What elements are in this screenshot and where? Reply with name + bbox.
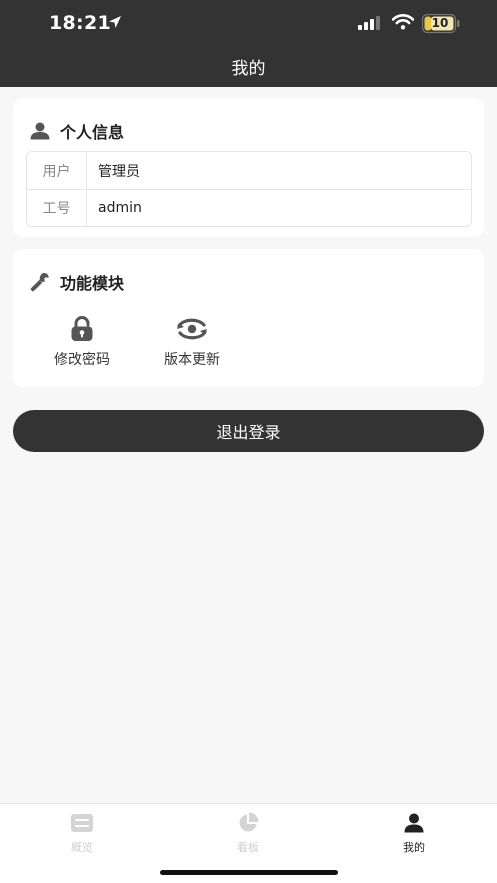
top-header: 18:21 10 我的 <box>0 0 497 87</box>
personal-info-header: 个人信息 <box>30 119 124 143</box>
tab-mine[interactable]: 我的 <box>374 812 454 855</box>
status-time: 18:21 <box>49 12 111 34</box>
page-title: 我的 <box>231 59 266 79</box>
signal-icon <box>358 16 380 30</box>
info-row-label: 用户 <box>27 152 87 189</box>
tab-dashboard[interactable]: 看板 <box>208 812 288 855</box>
version-update-button[interactable]: 版本更新 <box>147 315 237 369</box>
version-update-label: 版本更新 <box>164 352 220 368</box>
battery-level: 10 <box>431 16 449 30</box>
pie-chart-icon <box>208 812 288 834</box>
user-icon <box>30 121 50 141</box>
tab-label: 看板 <box>237 841 259 854</box>
info-row-value: admin <box>98 200 142 216</box>
modules-header: 功能模块 <box>30 270 124 294</box>
info-row-label: 工号 <box>27 190 87 226</box>
logout-button[interactable]: 退出登录 <box>13 410 484 452</box>
tab-overview[interactable]: 概览 <box>42 812 122 855</box>
info-row-value: 管理员 <box>98 163 140 180</box>
personal-info-title: 个人信息 <box>60 123 125 142</box>
wrench-icon <box>30 272 50 292</box>
personal-info-table: 用户 管理员 工号 admin <box>26 151 472 227</box>
status-bar: 18:21 10 <box>0 0 497 48</box>
info-row-user: 用户 管理员 <box>27 152 471 189</box>
tab-label: 概览 <box>71 841 93 854</box>
wifi-icon <box>392 14 414 30</box>
home-indicator <box>160 870 338 875</box>
tab-label: 我的 <box>403 841 425 854</box>
info-row-employee-id: 工号 admin <box>27 189 471 226</box>
overview-icon <box>42 812 122 834</box>
modules-card: 功能模块 修改密码 版本更新 <box>13 249 484 387</box>
change-password-button[interactable]: 修改密码 <box>37 315 127 369</box>
location-arrow-icon <box>109 16 121 28</box>
change-password-label: 修改密码 <box>54 352 110 368</box>
personal-info-card: 个人信息 用户 管理员 工号 admin <box>13 98 484 237</box>
lock-icon <box>37 315 127 343</box>
user-icon <box>374 812 454 834</box>
modules-title: 功能模块 <box>60 274 125 293</box>
refresh-icon <box>147 315 237 343</box>
